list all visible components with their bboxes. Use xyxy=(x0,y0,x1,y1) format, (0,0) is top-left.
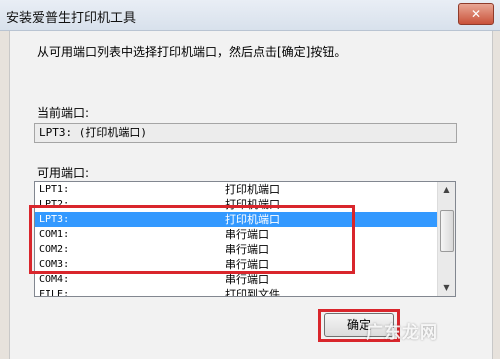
window-title: 安装爱普生打印机工具 xyxy=(6,11,137,26)
scroll-down-icon[interactable]: ▼ xyxy=(438,280,455,296)
port-description: 打印机端口 xyxy=(225,183,280,196)
list-item[interactable]: COM4: 串行端口 xyxy=(35,272,455,287)
list-item[interactable]: LPT1: 打印机端口 xyxy=(35,182,455,197)
available-ports-label: 可用端口: xyxy=(37,166,90,180)
current-port-label: 当前端口: xyxy=(37,106,90,120)
title-bar: 安装爱普生打印机工具 ✕ xyxy=(0,0,500,31)
port-name: FILE: xyxy=(39,289,70,297)
close-icon: ✕ xyxy=(470,7,482,21)
watermark-text: 广东龙网 xyxy=(366,323,438,343)
port-description: 串行端口 xyxy=(225,273,269,286)
port-name: LPT1: xyxy=(39,184,70,195)
current-port-field: LPT3: (打印机端口) xyxy=(34,123,457,143)
list-item[interactable]: FILE: 打印到文件 xyxy=(35,287,455,297)
scroll-thumb[interactable] xyxy=(440,210,454,252)
instruction-text: 从可用端口列表中选择打印机端口，然后点击[确定]按钮。 xyxy=(37,45,347,59)
list-scrollbar[interactable]: ▲ ▼ xyxy=(437,182,455,296)
annotation-highlight-ports xyxy=(29,205,355,274)
close-button[interactable]: ✕ xyxy=(458,3,494,25)
port-name: COM4: xyxy=(39,274,70,285)
scroll-up-icon[interactable]: ▲ xyxy=(438,182,455,198)
port-description: 打印到文件 xyxy=(225,288,280,297)
